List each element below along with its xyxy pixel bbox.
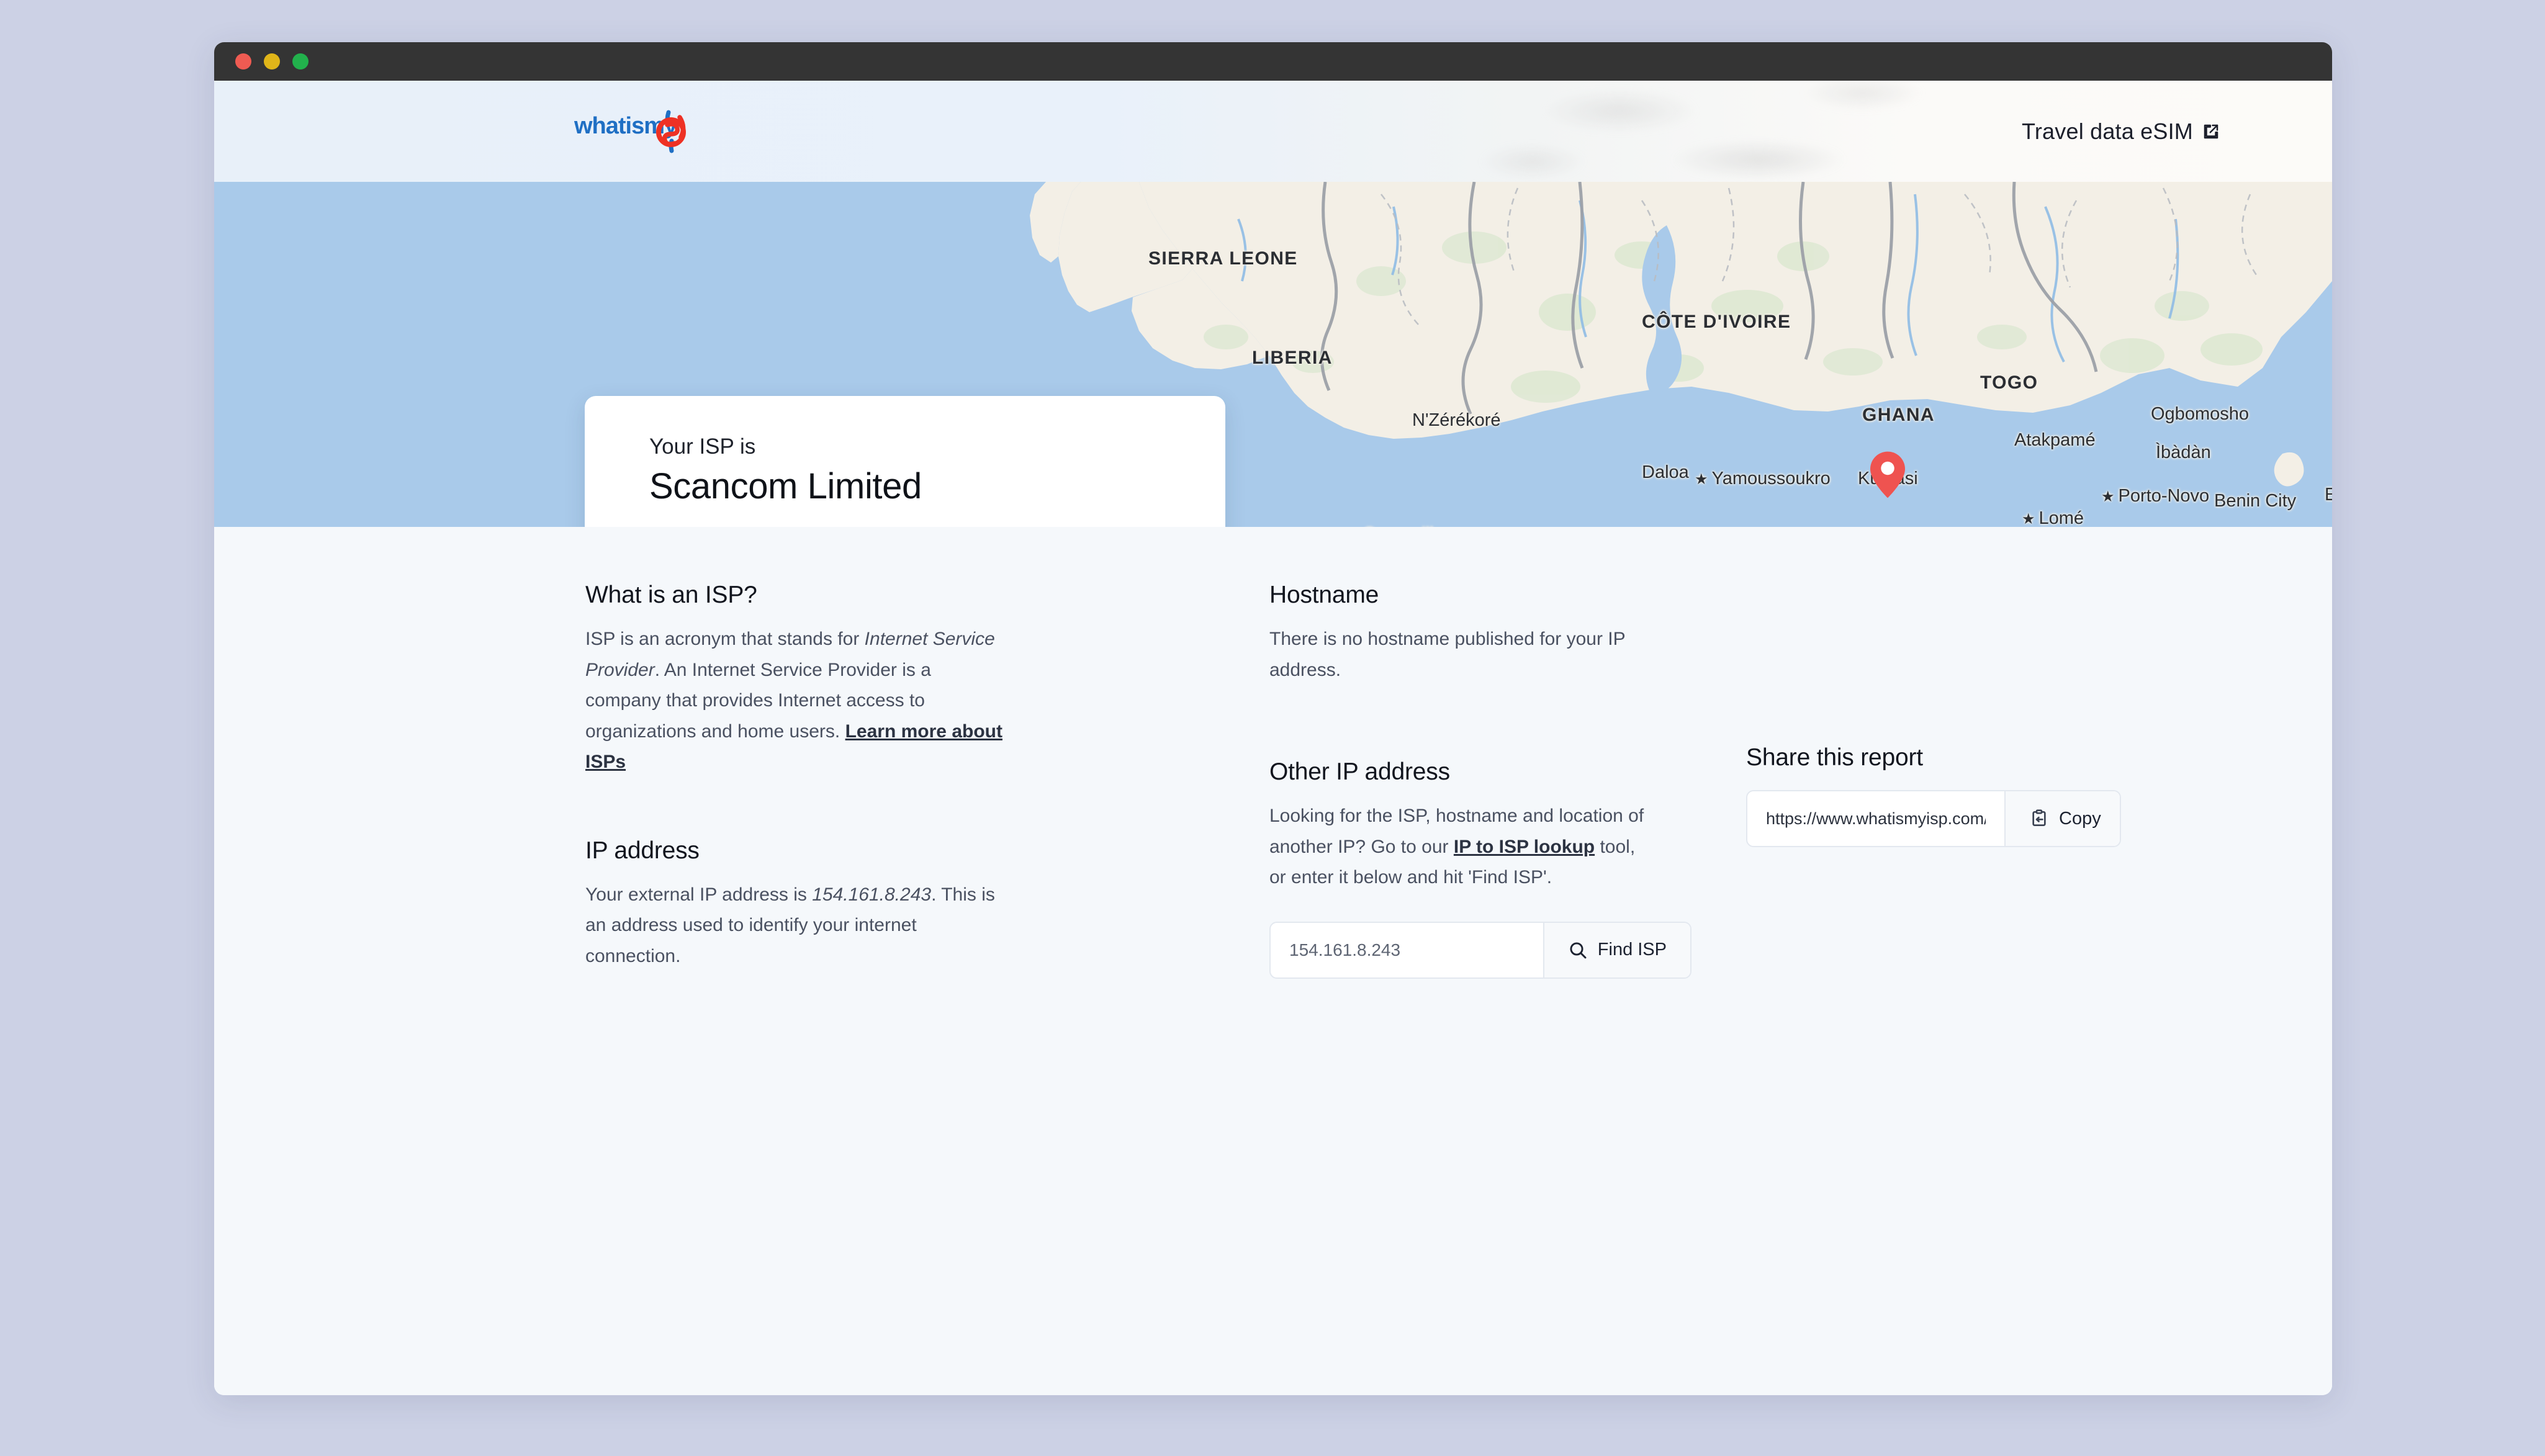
world-map-graphic[interactable] (214, 182, 2332, 527)
find-isp-label: Find ISP (1597, 940, 1667, 959)
ip-to-isp-lookup-link[interactable]: IP to ISP lookup (1454, 837, 1595, 857)
share-url-input-group: Copy (1746, 790, 2121, 847)
travel-data-esim-link[interactable]: Travel data eSIM (2022, 119, 2220, 145)
header-nav: Travel data eSIM (2022, 119, 2220, 145)
copy-button[interactable]: Copy (2004, 791, 2120, 846)
content-column-left: What is an ISP? ISP is an acronym that s… (585, 582, 1007, 971)
content-column-middle: Hostname There is no hostname published … (1269, 582, 1691, 979)
isp-result-card: Your ISP is Scancom Limited Your IP: 154… (585, 396, 1225, 527)
other-ip-body: Looking for the ISP, hostname and locati… (1269, 801, 1654, 893)
maximize-window-button[interactable] (292, 53, 309, 70)
whatismyisp-logo-icon: whatismy (574, 110, 686, 153)
ip-lookup-input[interactable] (1271, 922, 1543, 977)
ip-address-heading: IP address (585, 837, 700, 864)
hostname-body: There is no hostname published for your … (1269, 629, 1626, 680)
copy-label: Copy (2059, 808, 2101, 829)
what-is-isp-body-1: ISP is an acronym that stands for (585, 629, 865, 649)
browser-window: whatismy Travel data eSIM SIERRA LEONE L… (214, 42, 2332, 1395)
other-ip-heading: Other IP address (1269, 758, 1450, 785)
travel-data-esim-label: Travel data eSIM (2022, 118, 2193, 144)
ip-address-body-emphasis: 154.161.8.243 (812, 884, 932, 905)
isp-name: Scancom Limited (649, 466, 922, 506)
site-header: whatismy Travel data eSIM (214, 81, 2332, 182)
share-report-heading: Share this report (1746, 744, 1923, 771)
ip-address-body-1: Your external IP address is (585, 884, 813, 905)
hostname-heading: Hostname (1269, 582, 1379, 608)
what-is-isp-body: ISP is an acronym that stands for Intern… (585, 624, 1007, 778)
share-url-input[interactable] (1747, 791, 2004, 846)
minimize-window-button[interactable] (264, 53, 280, 70)
clipboard-copy-icon (2032, 809, 2046, 826)
map-hero: SIERRA LEONE LIBERIA CÔTE D'IVOIRE GHANA… (214, 182, 2332, 527)
search-icon (1570, 941, 1587, 958)
ip-address-body: Your external IP address is 154.161.8.24… (585, 879, 1007, 972)
window-titlebar (214, 42, 2332, 81)
isp-pre-label: Your ISP is (649, 434, 756, 459)
content-column-right: Share this report Copy (1746, 744, 2143, 847)
site-logo[interactable]: whatismy (574, 104, 692, 160)
find-isp-input-group: Find ISP (1269, 921, 1691, 979)
find-isp-button[interactable]: Find ISP (1543, 922, 1690, 977)
map-marker-pin[interactable] (1870, 451, 1905, 498)
main-content: What is an ISP? ISP is an acronym that s… (214, 527, 2332, 1395)
what-is-isp-heading: What is an ISP? (585, 582, 757, 608)
external-link-icon (2204, 124, 2218, 138)
close-window-button[interactable] (235, 53, 251, 70)
